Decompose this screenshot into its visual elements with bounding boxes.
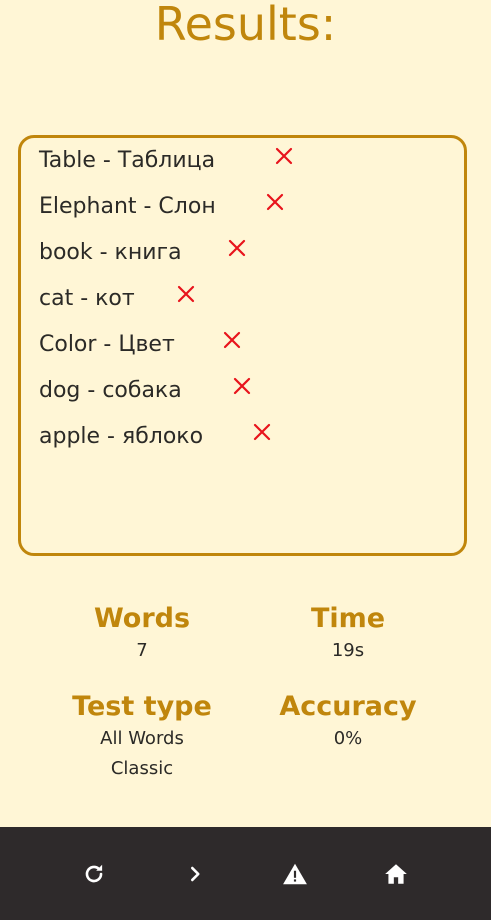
stat-label: Words [93, 603, 191, 634]
list-item: cat - кот [39, 283, 135, 313]
list-item: Table - Таблица [39, 145, 215, 175]
word-pair: dog - собака [39, 377, 182, 403]
cross-icon [223, 331, 241, 349]
word-pair: Table - Таблица [39, 147, 216, 173]
list-item: Elephant - Слон [39, 191, 216, 221]
cross-icon [266, 193, 284, 211]
stat-value: 7 [136, 640, 148, 661]
stat-label: Time [310, 603, 386, 634]
next-button[interactable] [182, 861, 208, 887]
list-item: Color - Цвет [39, 329, 175, 359]
list-item: dog - собака [39, 375, 182, 405]
stat-value: Classic [110, 758, 174, 779]
stat-value: All Words [100, 728, 184, 749]
word-pair: cat - кот [39, 285, 135, 311]
refresh-icon [85, 864, 103, 883]
results-list: Table - Таблица Elephant - Слон book - к… [18, 135, 467, 556]
cross-icon [253, 423, 271, 441]
stat-test-type: Test type All Words Classic [32, 690, 252, 784]
list-item: book - книга [39, 237, 182, 267]
stat-time: Time 19s [238, 602, 458, 666]
warning-icon [283, 863, 307, 885]
word-pair: apple - яблоко [39, 423, 204, 449]
restart-button[interactable] [81, 861, 107, 887]
list-item: apple - яблоко [39, 421, 203, 451]
stat-value: 0% [333, 728, 363, 749]
stat-label: Test type [72, 691, 212, 722]
cross-icon [233, 377, 251, 395]
bottom-nav-bar [0, 827, 491, 920]
cross-icon [177, 285, 195, 303]
page-title: Results: [154, 0, 337, 51]
report-button[interactable] [282, 861, 308, 887]
word-pair: Color - Цвет [39, 331, 175, 357]
stat-value: 19s [331, 640, 365, 661]
word-pair: Elephant - Слон [39, 193, 216, 219]
stat-accuracy: Accuracy 0% [238, 690, 458, 754]
stat-words: Words 7 [32, 602, 252, 666]
home-button[interactable] [383, 861, 409, 887]
cross-icon [228, 239, 246, 257]
cross-icon [275, 147, 293, 165]
home-icon [385, 864, 407, 884]
stat-label: Accuracy [279, 691, 417, 722]
word-pair: book - книга [39, 239, 182, 265]
chevron-right-icon [190, 866, 200, 882]
